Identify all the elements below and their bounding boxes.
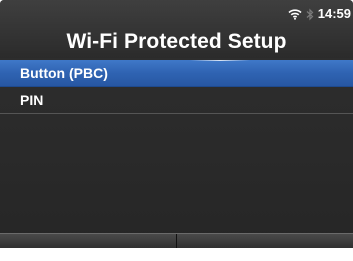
menu-item-button-pbc[interactable]: Button (PBC) xyxy=(0,60,353,87)
clock: 14:59 xyxy=(317,6,351,21)
softkey-bar xyxy=(0,233,353,248)
softkey-left[interactable] xyxy=(0,234,177,248)
menu-list: Button (PBC) PIN xyxy=(0,60,353,114)
header-bar: 14:59 Wi-Fi Protected Setup xyxy=(0,0,353,58)
printer-display: 14:59 Wi-Fi Protected Setup Button (PBC)… xyxy=(0,0,353,248)
bluetooth-icon xyxy=(306,8,314,21)
wifi-icon xyxy=(288,8,302,20)
status-bar: 14:59 xyxy=(288,6,351,22)
softkey-right[interactable] xyxy=(177,234,353,248)
page-title: Wi-Fi Protected Setup xyxy=(66,30,287,53)
menu-item-pin[interactable]: PIN xyxy=(0,87,353,114)
